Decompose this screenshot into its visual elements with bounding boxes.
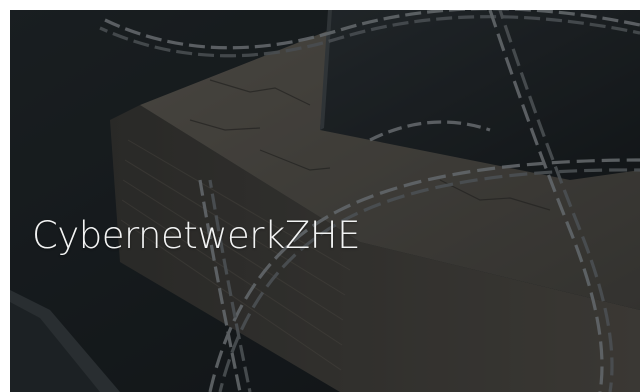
hero-background-image xyxy=(10,10,640,392)
hero-title: CybernetwerkZHE xyxy=(32,214,360,257)
hero-banner: CybernetwerkZHE xyxy=(10,10,640,392)
